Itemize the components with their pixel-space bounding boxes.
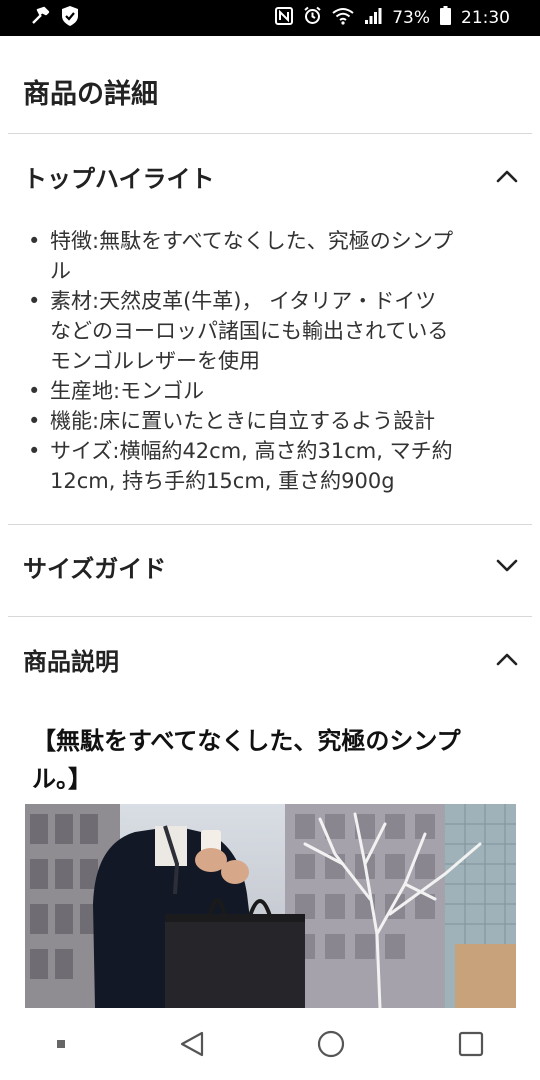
list-item: • 機能:床に置いたときに自立するよう設計 xyxy=(26,406,518,436)
divider xyxy=(8,524,532,525)
navigation-bar xyxy=(0,1008,540,1080)
divider xyxy=(8,616,532,617)
chevron-up-icon[interactable] xyxy=(496,652,518,666)
product-description-heading: 【無駄をすべてなくした、究極のシンプ ル。】 xyxy=(32,722,518,798)
section-header-top-highlights[interactable]: トップハイライト xyxy=(0,146,540,206)
status-bar-right: 73% 21:30 xyxy=(275,6,510,30)
section-header-size-guide[interactable]: サイズガイド xyxy=(0,536,540,596)
section-header-product-description[interactable]: 商品説明 xyxy=(0,629,540,689)
list-item-text: などのヨーロッパ諸国にも輸出されている xyxy=(50,319,449,343)
battery-icon xyxy=(440,6,451,30)
back-icon[interactable] xyxy=(179,1030,205,1058)
list-item-text: 素材:天然皮革(牛革)， イタリア・ドイツ xyxy=(50,289,437,313)
section-title: トップハイライト xyxy=(23,164,215,193)
section-title: 商品説明 xyxy=(23,647,119,676)
status-time: 21:30 xyxy=(461,8,510,28)
bullet: • xyxy=(28,229,41,253)
hammer-icon xyxy=(30,6,50,31)
divider xyxy=(8,133,532,134)
signal-icon xyxy=(364,7,382,30)
home-icon[interactable] xyxy=(317,1030,345,1058)
bullet: • xyxy=(28,439,41,463)
list-item-text: 生産地:モンゴル xyxy=(50,379,205,403)
section-title: サイズガイド xyxy=(23,554,167,583)
chevron-up-icon[interactable] xyxy=(496,169,518,183)
overview-icon[interactable] xyxy=(458,1031,484,1057)
page-title: 商品の詳細 xyxy=(23,79,158,110)
list-item-text: 特徴:無駄をすべてなくした、究極のシンプ xyxy=(50,229,454,253)
bullet: • xyxy=(28,379,41,403)
heading-line: ル。】 xyxy=(32,765,92,793)
list-item: • 特徴:無駄をすべてなくした、究極のシンプル xyxy=(26,226,518,286)
heading-line: 【無駄をすべてなくした、究極のシンプ xyxy=(32,727,461,755)
alarm-icon xyxy=(303,6,322,30)
chevron-down-icon[interactable] xyxy=(496,559,518,573)
list-item-text: ル xyxy=(50,259,71,283)
list-item-text: 機能:床に置いたときに自立するよう設計 xyxy=(50,409,436,433)
wifi-icon xyxy=(332,7,354,30)
highlights-list: • 特徴:無駄をすべてなくした、究極のシンプル • 素材:天然皮革(牛革)， イタリ… xyxy=(26,226,518,496)
shield-check-icon xyxy=(60,5,80,32)
bullet: • xyxy=(28,409,41,433)
list-item-text: モンゴルレザーを使用 xyxy=(50,349,260,373)
product-details-page: 商品の詳細 トップハイライト • 特徴:無駄をすべてなくした、究極のシンプル • 素… xyxy=(0,36,540,1008)
status-bar: 73% 21:30 xyxy=(0,0,540,36)
list-item: • 生産地:モンゴル xyxy=(26,376,518,406)
battery-percentage: 73% xyxy=(392,8,430,28)
list-item: • サイズ:横幅約42cm, 高さ約31cm, マチ約 12cm, 持ち手約15cm… xyxy=(26,436,518,496)
product-photo xyxy=(25,804,516,1008)
list-item-text: サイズ:横幅約42cm, 高さ約31cm, マチ約 xyxy=(50,439,453,463)
nfc-icon xyxy=(275,6,294,30)
list-item-text: 12cm, 持ち手約15cm, 重さ約900g xyxy=(50,469,395,493)
bullet: • xyxy=(28,289,41,313)
recent-dot-icon[interactable] xyxy=(56,1039,66,1049)
status-bar-left xyxy=(30,5,80,32)
list-item: • 素材:天然皮革(牛革)， イタリア・ドイツ などのヨーロッパ諸国にも輸出されてい… xyxy=(26,286,518,376)
